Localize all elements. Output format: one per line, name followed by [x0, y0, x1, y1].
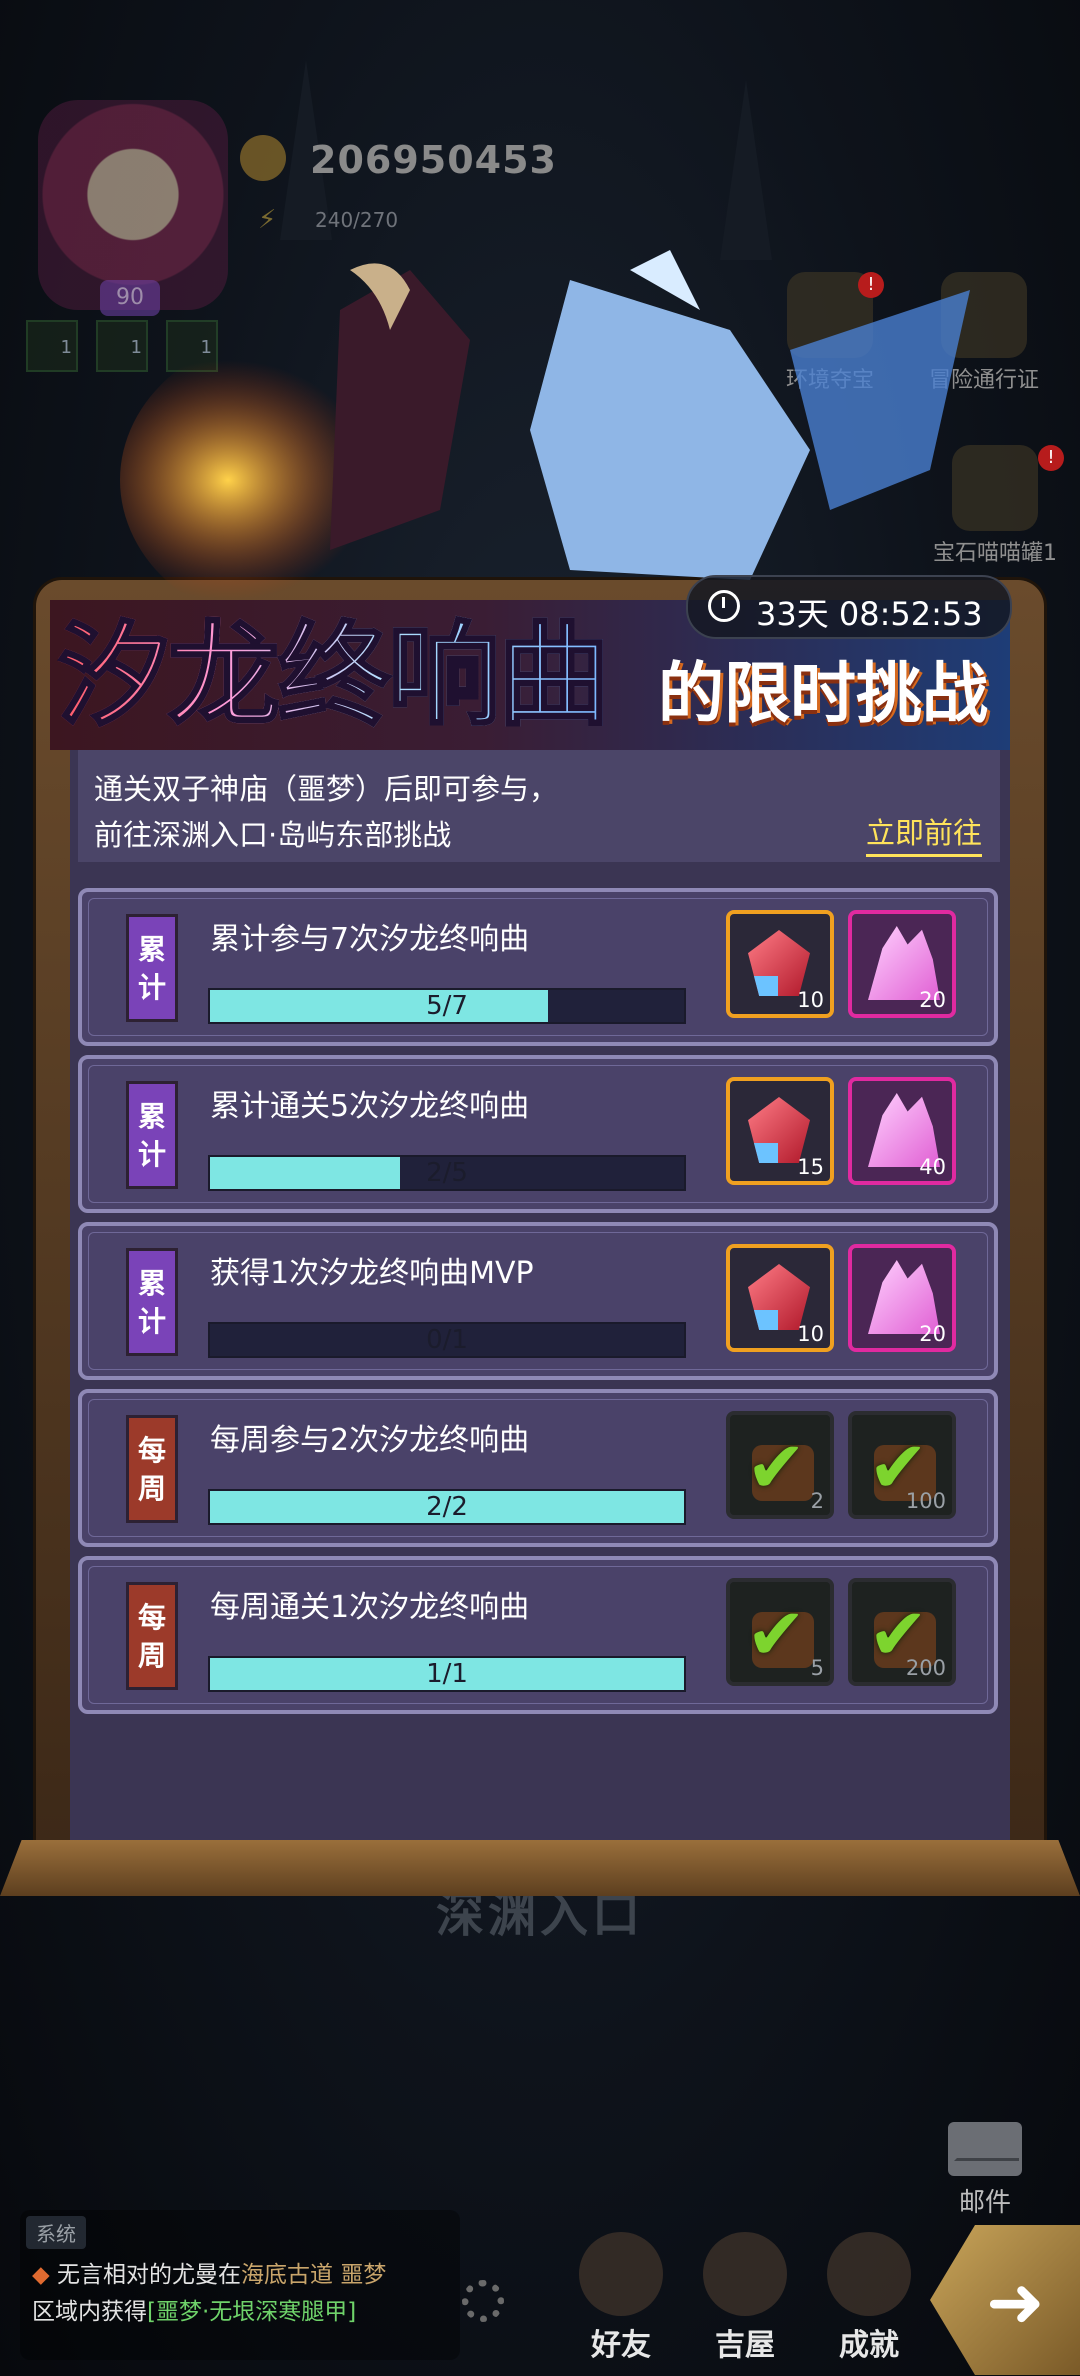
energy-value: 240/270 — [315, 208, 399, 232]
timer-text: 33天 08:52:53 — [756, 595, 983, 633]
task-type-tag: 累计 — [126, 914, 178, 1022]
description-line: 前往深渊入口·岛屿东部挑战 — [94, 818, 452, 852]
house-icon — [703, 2232, 787, 2316]
reward-slot[interactable]: ✔ 100 — [848, 1411, 956, 1519]
currency-value: 206950453 — [310, 138, 557, 182]
claimed-check-icon: ✔ — [746, 1592, 807, 1676]
progress-text: 0/1 — [426, 1325, 468, 1355]
progress-text: 1/1 — [426, 1659, 468, 1689]
progress-bar: 0/1 — [208, 1322, 686, 1358]
event-title: 汐龙终响曲 — [57, 585, 612, 747]
task-row: 累计 累计通关5次汐龙终响曲 2/5 15 40 — [78, 1055, 998, 1213]
reward-quantity: 40 — [919, 1155, 946, 1179]
system-icon: ◆ — [32, 2262, 50, 2288]
go-now-link[interactable]: 立即前往 — [865, 810, 982, 857]
reward-slot[interactable]: 40 — [848, 1077, 956, 1185]
tag-label: 每周 — [137, 1434, 166, 1505]
red-crystal-icon — [748, 1097, 810, 1163]
mail-button[interactable]: 邮件 — [940, 2122, 1030, 2219]
task-name: 累计参与7次汐龙终响曲 — [210, 922, 530, 957]
reward-quantity: 5 — [810, 1656, 824, 1680]
task-row: 每周 每周通关1次汐龙终响曲 1/1 ✔ 5 ✔ 200 — [78, 1556, 998, 1714]
task-row: 每周 每周参与2次汐龙终响曲 2/2 ✔ 2 ✔ 100 — [78, 1389, 998, 1547]
progress-text: 2/2 — [426, 1492, 468, 1522]
progress-text: 5/7 — [426, 991, 468, 1021]
task-type-tag: 每周 — [126, 1415, 178, 1523]
reward-quantity: 100 — [905, 1489, 946, 1513]
nav-label: 成就 — [839, 2328, 899, 2363]
task-row: 累计 获得1次汐龙终响曲MVP 0/1 10 20 — [78, 1222, 998, 1380]
task-name: 累计通关5次汐龙终响曲 — [210, 1089, 530, 1124]
clock-icon — [708, 590, 740, 622]
chat-item: [噩梦·无垠深寒腿甲] — [147, 2299, 357, 2325]
mail-label: 邮件 — [958, 2188, 1011, 2218]
task-name: 获得1次汐龙终响曲MVP — [210, 1256, 534, 1291]
mail-icon — [948, 2122, 1022, 2176]
event-description: 通关双子神庙（噩梦）后即可参与， 前往深渊入口·岛屿东部挑战 立即前往 — [78, 750, 1000, 862]
description-line: 通关双子神庙（噩梦）后即可参与， — [94, 772, 559, 806]
red-crystal-icon — [748, 1264, 810, 1330]
reward-quantity: 15 — [797, 1155, 824, 1179]
nav-label: 吉屋 — [715, 2328, 775, 2363]
task-name: 每周通关1次汐龙终响曲 — [210, 1590, 530, 1625]
nav-house[interactable]: 吉屋 — [690, 2232, 800, 2364]
task-name: 每周参与2次汐龙终响曲 — [210, 1423, 530, 1458]
currency-icon — [240, 135, 286, 181]
tower-spire — [720, 80, 772, 260]
nav-label: 好友 — [591, 2328, 651, 2363]
reward-quantity: 20 — [919, 988, 946, 1012]
task-row: 累计 累计参与7次汐龙终响曲 5/7 10 20 — [78, 888, 998, 1046]
event-timer: 33天 08:52:53 — [686, 575, 1012, 639]
dragon-art-image — [120, 250, 970, 630]
chat-line: ◆ 无言相对的尤曼在海底古道 噩梦 — [32, 2255, 386, 2289]
tag-label: 累计 — [137, 1100, 166, 1171]
event-subtitle: 的限时挑战 — [658, 655, 988, 732]
red-crystal-icon — [748, 930, 810, 996]
reward-quantity: 2 — [810, 1489, 824, 1513]
tag-label: 每周 — [137, 1601, 166, 1672]
progress-bar: 2/5 — [208, 1155, 686, 1191]
claimed-check-icon: ✔ — [746, 1425, 807, 1509]
notification-badge: ! — [1038, 445, 1064, 471]
chat-text: 区域内获得 — [32, 2299, 147, 2325]
stat-badge: 1 — [26, 320, 78, 372]
energy-icon: ⚡ — [258, 205, 277, 235]
reward-slot[interactable]: ✔ 2 — [726, 1411, 834, 1519]
reward-slot[interactable]: ✔ 200 — [848, 1578, 956, 1686]
reward-quantity: 20 — [919, 1322, 946, 1346]
arrow-icon: ➜ — [986, 2261, 1045, 2343]
task-type-tag: 累计 — [126, 1081, 178, 1189]
task-type-tag: 累计 — [126, 1248, 178, 1356]
panel-base — [0, 1840, 1080, 1896]
nav-achievements[interactable]: 成就 — [814, 2232, 924, 2364]
tag-label: 累计 — [137, 1267, 166, 1338]
progress-bar: 5/7 — [208, 988, 686, 1024]
settings-gear-icon[interactable] — [462, 2280, 504, 2322]
chat-location: 海底古道 噩梦 — [241, 2262, 387, 2288]
tag-label: 累计 — [137, 933, 166, 1004]
task-type-tag: 每周 — [126, 1582, 178, 1690]
progress-text: 2/5 — [426, 1158, 468, 1188]
friends-icon — [579, 2232, 663, 2316]
reward-slot[interactable]: 10 — [726, 910, 834, 1018]
reward-slot[interactable]: 10 — [726, 1244, 834, 1352]
reward-quantity: 10 — [797, 988, 824, 1012]
reward-slot[interactable]: 20 — [848, 1244, 956, 1352]
progress-bar: 1/1 — [208, 1656, 686, 1692]
chat-line: 区域内获得[噩梦·无垠深寒腿甲] — [32, 2292, 356, 2326]
chat-channel-tag: 系统 — [26, 2216, 86, 2249]
reward-slot[interactable]: 20 — [848, 910, 956, 1018]
chat-text: 无言相对的尤曼在 — [57, 2262, 242, 2288]
trophy-icon — [827, 2232, 911, 2316]
reward-quantity: 200 — [905, 1656, 946, 1680]
reward-quantity: 10 — [797, 1322, 824, 1346]
progress-bar: 2/2 — [208, 1489, 686, 1525]
nav-friends[interactable]: 好友 — [566, 2232, 676, 2364]
reward-slot[interactable]: ✔ 5 — [726, 1578, 834, 1686]
reward-slot[interactable]: 15 — [726, 1077, 834, 1185]
